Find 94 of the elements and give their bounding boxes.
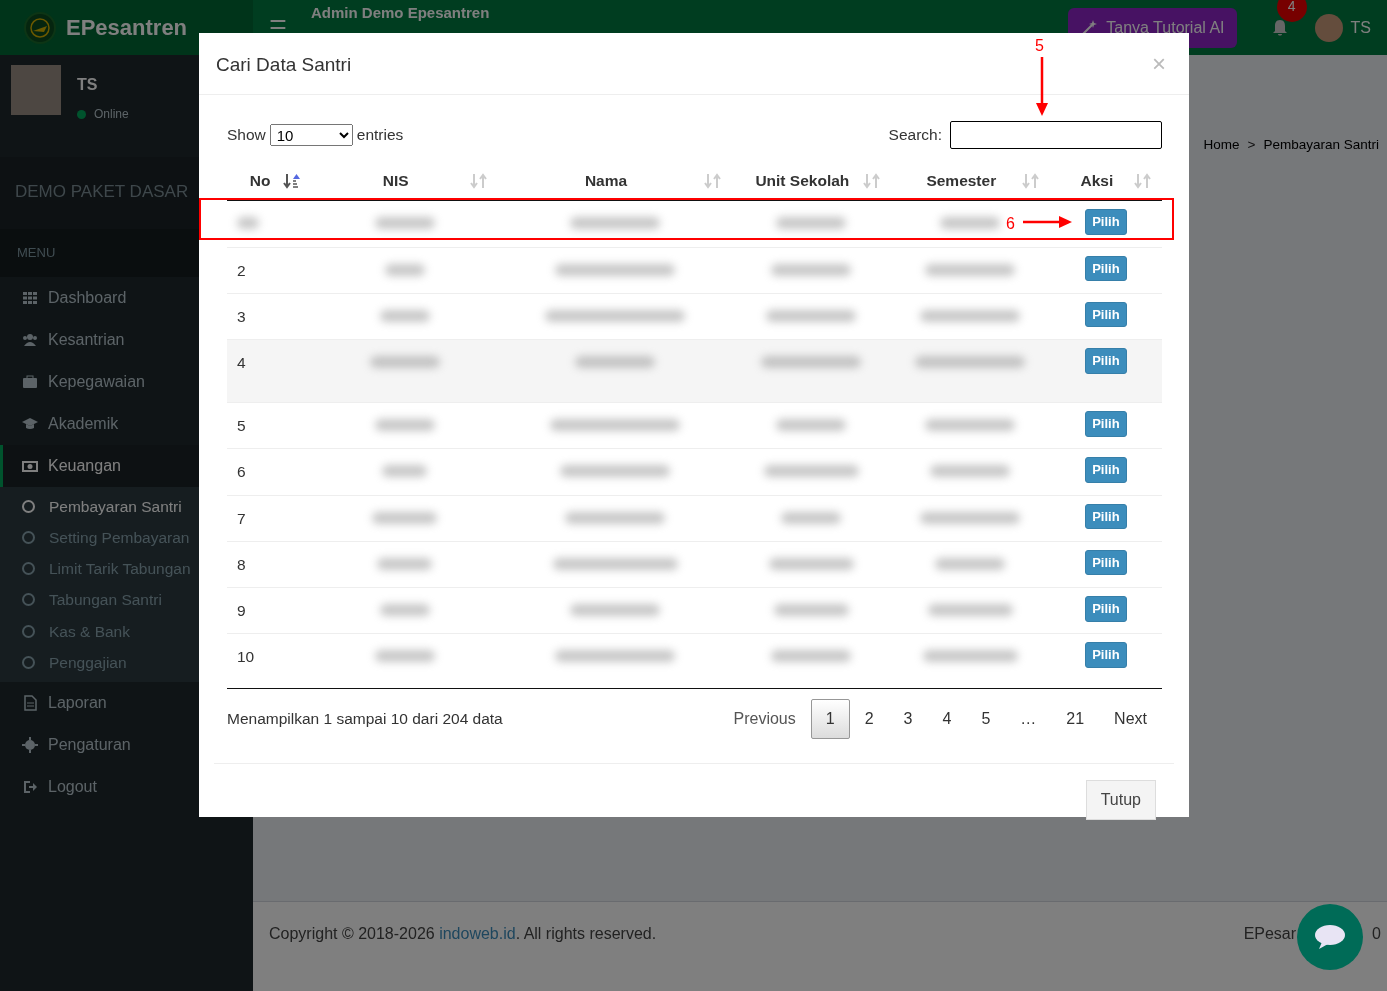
- blurred-text: [776, 217, 847, 230]
- footer-link[interactable]: indoweb.id: [439, 925, 516, 942]
- user-status: Online: [94, 106, 129, 123]
- table-row[interactable]: 4 Pilih: [227, 339, 1162, 403]
- select-button[interactable]: Pilih: [1085, 348, 1127, 374]
- table-row[interactable]: 9 Pilih: [227, 587, 1162, 634]
- select-button[interactable]: Pilih: [1085, 642, 1127, 668]
- annotation-arrow: [1036, 57, 1048, 117]
- page-button[interactable]: 1: [810, 698, 850, 739]
- annotation-number: 6: [1006, 214, 1015, 234]
- sort-icon[interactable]: [283, 171, 302, 190]
- page-button[interactable]: 21: [1051, 698, 1100, 739]
- blurred-text: [374, 650, 435, 663]
- row-number: 5: [237, 417, 246, 434]
- blurred-text: [372, 511, 438, 524]
- table-row[interactable]: 2 Pilih: [227, 247, 1162, 294]
- user-name: TS: [77, 75, 99, 95]
- blurred-text: [935, 557, 1006, 570]
- search-label: Search:: [888, 125, 942, 146]
- table-row[interactable]: 6 Pilih: [227, 448, 1162, 495]
- column-header[interactable]: NIS: [321, 169, 471, 193]
- table-row[interactable]: 8 Pilih: [227, 541, 1162, 588]
- table-row[interactable]: 5 Pilih: [227, 402, 1162, 449]
- logo-icon: [24, 11, 56, 44]
- column-header[interactable]: Unit Sekolah: [741, 169, 863, 193]
- blurred-text: [776, 419, 847, 431]
- blurred-text: [384, 263, 425, 276]
- table-row[interactable]: 10 Pilih: [227, 633, 1162, 680]
- select-button[interactable]: Pilih: [1085, 457, 1127, 483]
- page-button[interactable]: 3: [888, 698, 928, 739]
- page-button[interactable]: 2: [849, 698, 889, 739]
- next-button[interactable]: Next: [1099, 698, 1162, 739]
- document-icon: [22, 695, 38, 711]
- sidebar-item[interactable]: Logout: [0, 766, 253, 808]
- select-button[interactable]: Pilih: [1085, 411, 1127, 437]
- logout-icon: [22, 779, 38, 795]
- row-number: 10: [237, 648, 255, 666]
- column-header[interactable]: Nama: [508, 169, 704, 193]
- briefcase-icon: [22, 373, 38, 390]
- entries-label: entries: [356, 125, 404, 146]
- blurred-text: [369, 356, 440, 368]
- select-button[interactable]: Pilih: [1085, 255, 1127, 281]
- row-number: 4: [237, 354, 246, 371]
- previous-button[interactable]: Previous: [718, 698, 811, 739]
- blurred-text: [781, 511, 842, 524]
- row-number: 2: [237, 261, 246, 279]
- version-text: EPesar: [1243, 924, 1297, 944]
- row-number: 6: [237, 463, 246, 481]
- modal-title: Cari Data Santri: [216, 53, 352, 76]
- blurred-text: [379, 604, 430, 616]
- select-button[interactable]: Pilih: [1085, 596, 1127, 622]
- users-icon: [22, 331, 38, 348]
- page-size-select[interactable]: 10: [269, 124, 353, 146]
- search-field[interactable]: [950, 121, 1162, 149]
- breadcrumb-item[interactable]: Home: [1203, 135, 1240, 156]
- version-text: 0: [1372, 924, 1381, 944]
- grid-icon: [22, 289, 38, 306]
- close-button[interactable]: Tutup: [1085, 779, 1156, 820]
- select-button[interactable]: Pilih: [1085, 209, 1127, 235]
- row-number: 7: [237, 509, 246, 527]
- blurred-text: [237, 217, 259, 230]
- blurred-text: [940, 217, 1001, 230]
- app-title: Admin Demo Epesantren: [311, 3, 490, 23]
- copyright-text: Copyright © 2018-2026 indoweb.id. All rights reserved.: [269, 924, 657, 944]
- column-header[interactable]: Aksi: [1059, 169, 1134, 193]
- notification-badge: 4: [1276, 0, 1307, 22]
- annotation-arrow: [1023, 216, 1073, 228]
- show-label: Show: [227, 125, 266, 146]
- blurred-text: [379, 309, 430, 322]
- blurred-text: [374, 419, 435, 431]
- row-number: 9: [237, 602, 246, 619]
- select-button[interactable]: Pilih: [1085, 301, 1127, 328]
- pagination-ellipsis: …: [1019, 708, 1038, 729]
- blurred-text: [374, 217, 435, 230]
- annotation-number: 5: [1035, 36, 1044, 56]
- page-button[interactable]: 5: [966, 698, 1006, 739]
- table-info: Menampilkan 1 sampai 10 dari 204 data: [227, 708, 503, 729]
- blurred-text: [377, 557, 433, 570]
- select-button[interactable]: Pilih: [1085, 549, 1127, 576]
- column-header[interactable]: Semester: [900, 169, 1022, 193]
- breadcrumb-item[interactable]: Pembayaran Santri: [1263, 135, 1379, 156]
- table-row[interactable]: 7 Pilih: [227, 495, 1162, 542]
- status-dot: [77, 109, 86, 119]
- row-number: 3: [237, 307, 246, 325]
- blurred-text: [382, 465, 428, 478]
- user-initials[interactable]: TS: [1350, 15, 1371, 40]
- row-number: 8: [237, 555, 246, 573]
- graduation-cap-icon: [22, 415, 38, 432]
- page-button[interactable]: 4: [927, 698, 967, 739]
- user-avatar: [11, 65, 61, 115]
- select-button[interactable]: Pilih: [1085, 503, 1127, 529]
- user-avatar[interactable]: [1314, 13, 1343, 42]
- speech-bubble-icon: [1314, 924, 1346, 950]
- breadcrumb-separator: >: [1247, 136, 1256, 154]
